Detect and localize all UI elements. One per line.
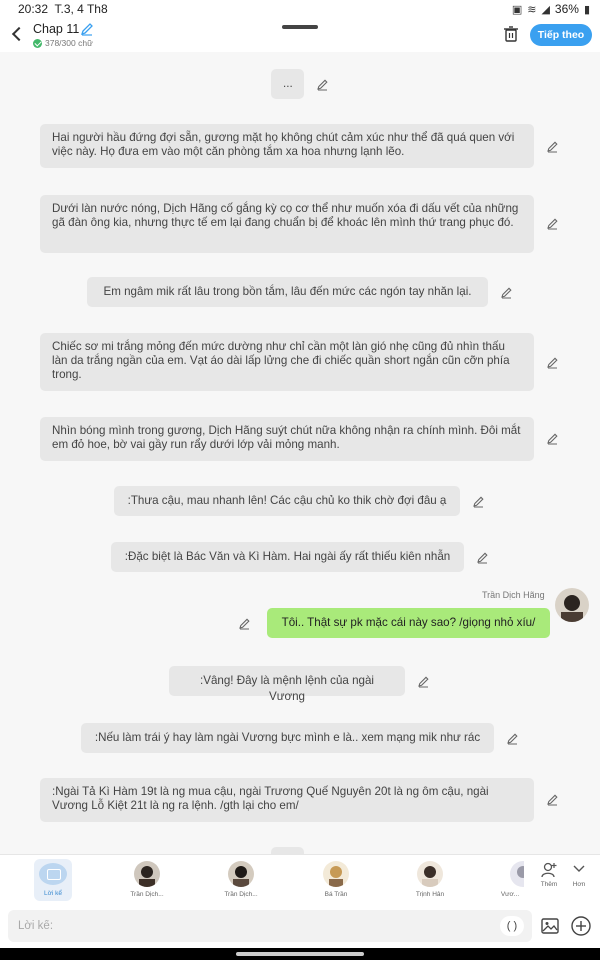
chapter-title[interactable]: Chap 11 (33, 22, 79, 36)
add-person-icon (537, 861, 561, 881)
character-avatar (323, 861, 349, 887)
edit-icon[interactable] (316, 78, 329, 91)
narrator-selector[interactable]: Lời kể (34, 859, 72, 901)
status-time-date: 20:32 T.3, 4 Th8 (18, 2, 108, 16)
avatar-image (555, 588, 589, 622)
character-item[interactable]: Trần Dịch... (214, 859, 268, 898)
edit-icon[interactable] (238, 617, 251, 630)
edit-icon[interactable] (476, 551, 489, 564)
image-icon[interactable] (540, 916, 560, 936)
avatar-image (228, 861, 254, 887)
add-label: Thêm (540, 881, 558, 888)
more-button[interactable]: Hơn (567, 861, 591, 888)
message-bubble[interactable]: :Thưa cậu, mau nhanh lên! Các cậu chủ ko… (114, 486, 460, 516)
avatar-image (510, 861, 524, 887)
composer-bar: ( ) (0, 904, 600, 948)
character-item[interactable]: Trần Dịch... (120, 859, 174, 898)
status-date: T.3, 4 Th8 (54, 2, 108, 16)
character-name: Trần Dịch... (224, 891, 258, 898)
edit-icon[interactable] (506, 732, 519, 745)
character-name: Bá Trần (324, 891, 348, 898)
avatar-image (417, 861, 443, 887)
message-bubble-partial[interactable] (271, 847, 304, 854)
add-icon[interactable] (570, 915, 592, 937)
character-item[interactable]: Bá Trần (309, 859, 363, 898)
edit-icon[interactable] (500, 286, 513, 299)
avatar-image (323, 861, 349, 887)
character-item[interactable]: Trịnh Hân (403, 859, 457, 898)
message-bubble[interactable]: Em ngâm mik rất lâu trong bồn tắm, lâu đ… (87, 277, 488, 307)
edit-icon[interactable] (417, 675, 430, 688)
message-bubble[interactable]: Hai người hầu đứng đợi sẵn, gương mặt họ… (40, 124, 534, 168)
message-bubble[interactable]: :Vâng! Đây là mệnh lệnh của ngài Vương (169, 666, 405, 703)
message-bubble[interactable]: ... (271, 69, 304, 99)
character-item[interactable]: Vươ... (496, 859, 524, 898)
parentheses-button[interactable]: ( ) (500, 916, 524, 936)
my-message-bubble[interactable]: Tôi.. Thật sự pk mặc cái này sao? /giọng… (267, 608, 550, 638)
avatar[interactable] (555, 588, 589, 622)
home-indicator[interactable] (236, 952, 364, 956)
chevron-down-icon (567, 861, 591, 881)
edit-icon[interactable] (546, 140, 559, 153)
narration-icon (39, 863, 67, 885)
trash-icon[interactable] (503, 25, 519, 43)
check-icon (33, 38, 42, 48)
next-button[interactable]: Tiếp theo (530, 24, 592, 46)
avatar-image (134, 861, 160, 887)
word-count-text: 378/300 chữ (45, 38, 93, 48)
battery-text: 36% (554, 2, 579, 16)
character-avatar (134, 861, 160, 887)
wifi-icon: ≋ (527, 3, 537, 16)
navigation-bar (0, 948, 600, 960)
character-avatar (228, 861, 254, 887)
character-avatar (510, 861, 524, 887)
edit-title-icon[interactable] (80, 22, 94, 36)
back-button[interactable] (9, 24, 25, 44)
edit-icon[interactable] (546, 432, 559, 445)
message-bubble[interactable]: :Ngài Tả Kì Hàm 19t là ng mua cậu, ngài … (40, 778, 534, 822)
message-thread[interactable]: ... Hai người hầu đứng đợi sẵn, gương mặ… (0, 52, 600, 854)
edit-icon[interactable] (546, 356, 559, 369)
message-author: Trần Dịch Hãng (482, 590, 545, 600)
edit-icon[interactable] (546, 793, 559, 806)
person-plus-svg (541, 862, 557, 878)
status-time: 20:32 (18, 2, 49, 16)
chevron-svg (573, 865, 585, 872)
character-name: Vươ... (500, 891, 520, 898)
word-count: 378/300 chữ (33, 38, 93, 48)
message-bubble[interactable]: Nhìn bóng mình trong gương, Dịch Hãng su… (40, 417, 534, 461)
edit-icon[interactable] (546, 217, 559, 230)
status-bar: 20:32 T.3, 4 Th8 ▣ ≋ ◢ 36% ▮ (0, 0, 600, 18)
character-avatar (417, 861, 443, 887)
app-header: Chap 11 378/300 chữ Tiếp theo (0, 18, 600, 52)
more-label: Hơn (572, 881, 586, 888)
battery-icon: ▮ (583, 3, 590, 16)
signal-icon: ◢ (541, 3, 550, 16)
lock-icon: ▣ (511, 3, 523, 16)
character-name: Trần Dịch... (130, 891, 164, 898)
add-character-button[interactable]: Thêm (537, 861, 561, 888)
edit-icon[interactable] (472, 495, 485, 508)
message-bubble[interactable]: :Đặc biệt là Bác Văn và Kì Hàm. Hai ngài… (111, 542, 464, 572)
character-bar: Lời kể Trần Dịch... Trần Dịch... Bá Trần… (0, 854, 600, 904)
drag-handle[interactable] (282, 25, 318, 29)
message-bubble[interactable]: Dưới làn nước nóng, Dịch Hãng cố gắng kỳ… (40, 195, 534, 253)
narrator-label: Lời kể (44, 890, 62, 897)
message-bubble[interactable]: Chiếc sơ mi trắng mỏng đến mức dường như… (40, 333, 534, 391)
message-input[interactable] (8, 910, 532, 942)
message-bubble[interactable]: :Nếu làm trái ý hay làm ngài Vương bực m… (81, 723, 494, 753)
status-icons: ▣ ≋ ◢ 36% ▮ (512, 2, 590, 16)
character-name: Trịnh Hân (415, 891, 445, 898)
